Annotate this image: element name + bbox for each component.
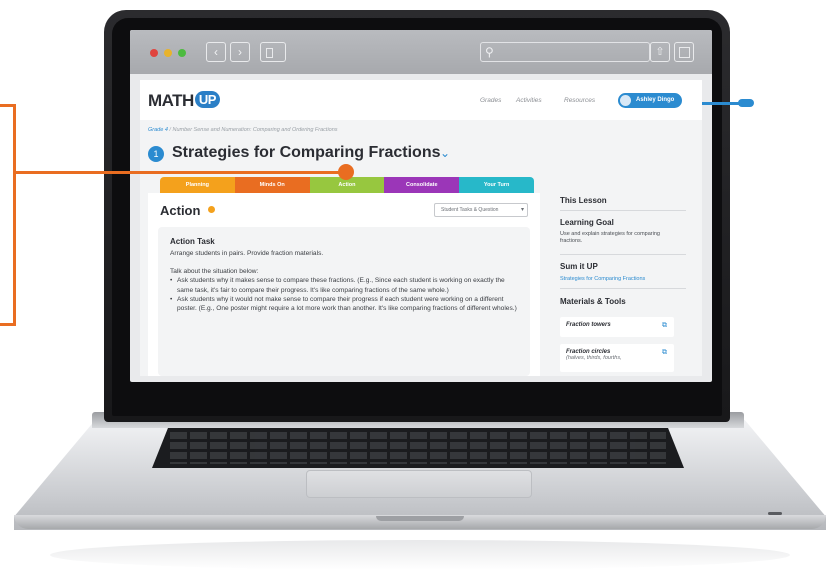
sum-it-up-heading: Sum it UP xyxy=(560,262,598,271)
material-card[interactable]: Fraction circles (halves, thirds, fourth… xyxy=(560,344,674,372)
sidebar-toggle-button[interactable] xyxy=(260,42,286,62)
task-bullet: Ask students why it would not make sense… xyxy=(170,295,518,313)
laptop-trackpad xyxy=(306,470,532,498)
web-page: MATH UP Grades Activities Resources Ashle… xyxy=(140,80,702,376)
page-title: Strategies for Comparing Fractions xyxy=(172,144,441,161)
divider xyxy=(560,210,686,211)
material-card[interactable]: Fraction towers ⧉ xyxy=(560,317,674,337)
task-talk: Talk about the situation below: xyxy=(170,268,259,276)
tab-your-turn[interactable]: Your Turn xyxy=(459,177,534,193)
search-icon: ⚲ xyxy=(485,45,494,59)
tabs-overview-button[interactable] xyxy=(674,42,694,62)
laptop-keyboard xyxy=(152,428,684,468)
learning-goal-heading: Learning Goal xyxy=(560,218,614,227)
lesson-sidebar: This Lesson Learning Goal Use and explai… xyxy=(550,184,696,376)
info-icon[interactable] xyxy=(208,206,215,213)
view-select-dropdown[interactable]: Student Tasks & Question ▾ xyxy=(434,203,528,217)
back-button[interactable]: ‹ xyxy=(206,42,226,62)
breadcrumb: Grade 4 / Number Sense and Numeration: C… xyxy=(148,127,338,133)
avatar xyxy=(620,95,631,106)
sum-it-up-link[interactable]: Strategies for Comparing Fractions xyxy=(560,276,645,282)
share-button[interactable]: ⇧ xyxy=(650,42,670,62)
minimize-window-button[interactable] xyxy=(164,49,172,57)
mathup-logo[interactable]: MATH UP xyxy=(148,91,220,111)
main-content: Action Student Tasks & Question ▾ Action … xyxy=(148,193,540,376)
callout-line xyxy=(16,171,346,174)
tab-minds-on[interactable]: Minds On xyxy=(234,177,310,193)
breadcrumb-path[interactable]: Number Sense and Numeration: Comparing a… xyxy=(172,127,337,133)
nav-grades[interactable]: Grades xyxy=(480,97,501,104)
copy-icon[interactable]: ⧉ xyxy=(662,322,667,330)
callout-bracket xyxy=(0,104,16,326)
logo-text: MATH xyxy=(148,91,194,110)
task-intro: Arrange students in pairs. Provide fract… xyxy=(170,250,324,257)
nav-resources[interactable]: Resources xyxy=(564,97,595,104)
view-select-value: Student Tasks & Question xyxy=(441,207,499,213)
user-name: Ashley Dingo xyxy=(636,97,675,103)
material-name: Fraction towers xyxy=(566,322,611,328)
callout-dot xyxy=(338,164,354,180)
site-header: MATH UP Grades Activities Resources Ashle… xyxy=(140,80,702,120)
maximize-window-button[interactable] xyxy=(178,49,186,57)
task-bullet: Ask students why it makes sense to compa… xyxy=(170,276,518,294)
section-title: Action xyxy=(160,203,201,218)
divider xyxy=(560,254,686,255)
chevron-down-icon[interactable]: ⌄ xyxy=(440,146,450,160)
learning-goal-text: Use and explain strategies for comparing… xyxy=(560,231,660,244)
materials-heading: Materials & Tools xyxy=(560,297,626,306)
nav-activities[interactable]: Activities xyxy=(516,97,542,104)
divider xyxy=(560,288,686,289)
breadcrumb-grade[interactable]: Grade 4 xyxy=(148,127,168,133)
copy-icon[interactable]: ⧉ xyxy=(662,349,667,357)
browser-toolbar: ‹ › ⚲ ⇧ xyxy=(130,30,712,74)
logo-badge: UP xyxy=(194,91,220,108)
tab-planning[interactable]: Planning xyxy=(160,177,235,193)
this-lesson-heading: This Lesson xyxy=(560,196,607,205)
caret-down-icon: ▾ xyxy=(520,207,524,213)
forward-button[interactable]: › xyxy=(230,42,250,62)
laptop-led xyxy=(768,512,782,515)
user-menu-button[interactable]: Ashley Dingo xyxy=(618,93,683,108)
laptop-notch xyxy=(376,516,464,521)
action-task-card: Action Task Arrange students in pairs. P… xyxy=(158,227,530,376)
callout-end xyxy=(738,99,754,107)
laptop-reflection xyxy=(50,540,790,570)
breadcrumb-separator: / xyxy=(169,127,171,133)
task-heading: Action Task xyxy=(170,237,215,246)
tab-consolidate[interactable]: Consolidate xyxy=(384,177,460,193)
laptop-screen: ‹ › ⚲ ⇧ MATH UP Grades Activities Resourc… xyxy=(130,30,712,382)
address-bar[interactable]: ⚲ xyxy=(480,42,650,62)
close-window-button[interactable] xyxy=(150,49,158,57)
lesson-number-badge: 1 xyxy=(148,146,164,162)
material-detail: (halves, thirds, fourths, xyxy=(566,355,622,361)
